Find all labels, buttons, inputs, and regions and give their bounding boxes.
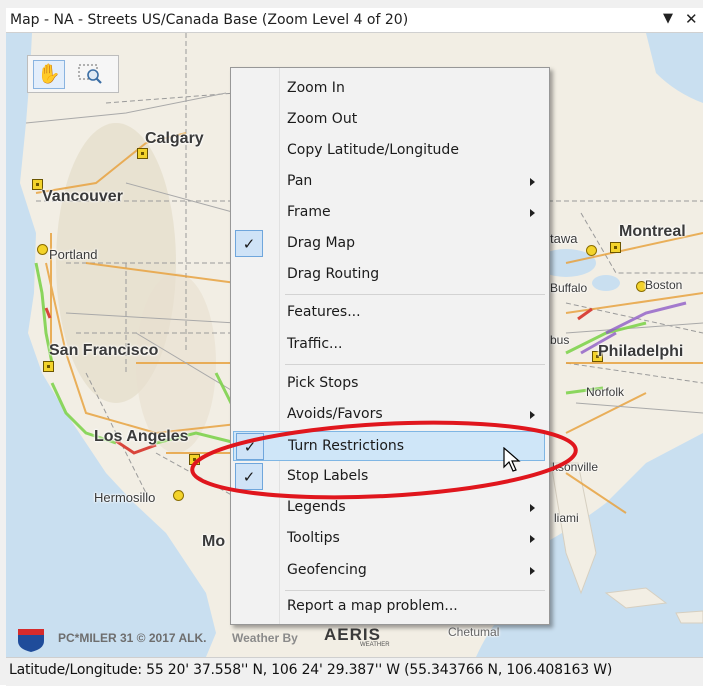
pcmiler-copyright: PC*MILER 31 © 2017 ALK. — [58, 631, 207, 645]
menu-item-label: Pan — [287, 173, 313, 189]
menu-item-pick-stops[interactable]: Pick Stops — [233, 369, 545, 399]
menu-item-label: Report a map problem... — [287, 598, 458, 614]
city-label: Boston — [645, 278, 683, 292]
city-label: Hermosillo — [94, 490, 156, 505]
submenu-arrow-icon — [530, 535, 535, 543]
city-label: Montreal — [619, 223, 686, 240]
menu-item-label: Geofencing — [287, 562, 367, 578]
menu-item-zoom-in[interactable]: Zoom In — [233, 74, 545, 104]
city-label: San Francisco — [49, 342, 159, 359]
menu-item-label: Traffic... — [287, 336, 343, 352]
city-label: Mo — [202, 533, 226, 550]
city-marker — [173, 490, 184, 501]
city-label: Calgary — [145, 130, 204, 147]
menu-item-copy-lat-long[interactable]: Copy Latitude/Longitude — [233, 136, 545, 166]
lat-long-readout: Latitude/Longitude: 55 20' 37.558'' N, 1… — [9, 662, 613, 678]
window-title: Map - NA - Streets US/Canada Base (Zoom … — [10, 12, 409, 28]
weather-by-label: Weather By — [232, 631, 298, 645]
submenu-arrow-icon — [530, 567, 535, 575]
menu-separator — [285, 364, 545, 365]
menu-item-label: Zoom In — [287, 80, 345, 96]
city-label: Philadelphi — [598, 343, 684, 360]
city-label: Buffalo — [550, 281, 588, 295]
window-titlebar: Map - NA - Streets US/Canada Base (Zoom … — [6, 8, 703, 33]
aeris-logo-sub: WEATHER — [360, 642, 390, 648]
menu-item-label: Drag Routing — [287, 266, 380, 282]
menu-item-frame[interactable]: Frame — [233, 198, 545, 228]
menu-item-label: Features... — [287, 304, 361, 320]
map-attribution: PC*MILER 31 © 2017 ALK. Weather By AERIS… — [14, 625, 534, 653]
city-label: tawa — [550, 231, 578, 246]
chevron-down-icon[interactable]: ▼ — [663, 11, 673, 26]
menu-item-drag-map[interactable]: ✓ Drag Map — [233, 229, 545, 259]
menu-separator — [285, 590, 545, 591]
zoom-rect-icon[interactable] — [76, 60, 106, 87]
hand-icon[interactable]: ✋ — [33, 60, 65, 89]
menu-item-pan[interactable]: Pan — [233, 167, 545, 197]
mouse-pointer-icon — [503, 447, 521, 472]
city-marker — [37, 244, 48, 255]
menu-item-traffic[interactable]: Traffic... — [233, 330, 545, 360]
menu-item-label: Drag Map — [287, 235, 355, 251]
menu-item-geofencing[interactable]: Geofencing — [233, 556, 545, 586]
pcmiler-shield-icon — [14, 627, 48, 657]
city-marker — [610, 242, 621, 253]
annotation-ellipse — [190, 420, 578, 500]
city-label: Vancouver — [42, 188, 123, 205]
submenu-arrow-icon — [530, 504, 535, 512]
close-icon[interactable]: ✕ — [685, 10, 698, 28]
map-window: Map - NA - Streets US/Canada Base (Zoom … — [0, 0, 703, 686]
checkmark-icon: ✓ — [235, 230, 263, 257]
city-label: Portland — [49, 247, 98, 262]
menu-item-label: Pick Stops — [287, 375, 359, 391]
menu-item-report-problem[interactable]: Report a map problem... — [233, 592, 545, 622]
menu-item-label: Tooltips — [287, 530, 340, 546]
menu-item-features[interactable]: Features... — [233, 298, 545, 328]
menu-item-drag-routing[interactable]: Drag Routing — [233, 260, 545, 290]
menu-item-tooltips[interactable]: Tooltips — [233, 524, 545, 554]
city-label: Norfolk — [586, 385, 625, 399]
city-label: bus — [550, 333, 570, 347]
menu-item-label: Zoom Out — [287, 111, 358, 127]
city-marker — [137, 148, 148, 159]
submenu-arrow-icon — [530, 209, 535, 217]
city-label: Los Angeles — [94, 428, 189, 445]
menu-separator — [285, 294, 545, 295]
menu-item-zoom-out[interactable]: Zoom Out — [233, 105, 545, 135]
context-menu: Zoom In Zoom Out Copy Latitude/Longitude… — [230, 67, 550, 625]
city-marker — [43, 361, 54, 372]
status-bar: Latitude/Longitude: 55 20' 37.558'' N, 1… — [6, 657, 703, 686]
menu-item-label: Frame — [287, 204, 331, 220]
city-label: liami — [554, 511, 579, 525]
menu-item-label: Copy Latitude/Longitude — [287, 142, 459, 158]
map-tools: ✋ — [27, 55, 119, 93]
submenu-arrow-icon — [530, 178, 535, 186]
city-marker — [586, 245, 597, 256]
